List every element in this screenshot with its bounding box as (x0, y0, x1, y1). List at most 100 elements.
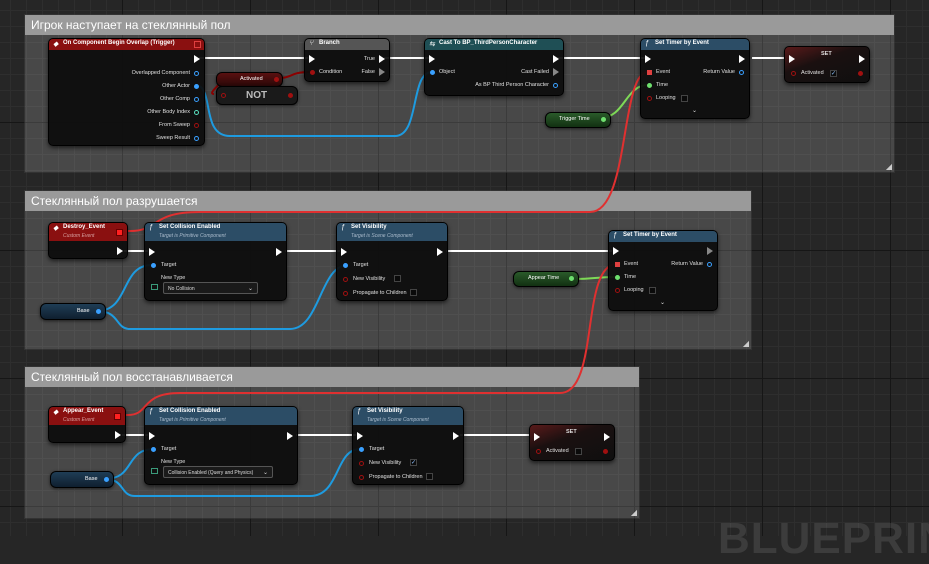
int-pin-icon[interactable] (194, 110, 199, 115)
bool-pin-icon[interactable] (343, 277, 348, 282)
bool-pin-icon[interactable] (274, 77, 279, 82)
exec-out-pin[interactable] (437, 248, 443, 256)
float-pin-icon[interactable] (615, 275, 620, 280)
event-delegate-pin-icon[interactable] (647, 70, 652, 75)
float-pin-icon[interactable] (647, 83, 652, 88)
object-pin-icon[interactable] (151, 447, 156, 452)
appear-event-node[interactable]: ◆ Appear_Event Custom Event (48, 406, 126, 443)
exec-in-pin[interactable] (789, 55, 795, 63)
enum-pin-icon[interactable] (151, 284, 158, 290)
bool-pin-icon[interactable] (858, 71, 863, 76)
struct-pin-icon[interactable] (739, 70, 744, 75)
branch-node[interactable]: ⑂ Branch True Condition False (304, 38, 390, 82)
float-pin-icon[interactable] (569, 276, 574, 281)
exec-out-pin[interactable] (115, 431, 121, 439)
exec-out-pin[interactable] (553, 55, 559, 63)
expand-chevron-icon[interactable]: ⌄ (692, 108, 697, 115)
base-getter-node[interactable]: Base (40, 303, 106, 320)
set-collision-enabled-node[interactable]: ƒ Set Collision Enabled Target is Primit… (144, 222, 287, 301)
exec-out-pin[interactable] (453, 432, 459, 440)
not-node[interactable]: NOT (216, 86, 298, 105)
delegate-pin-icon[interactable] (194, 41, 201, 48)
appear-time-getter-node[interactable]: Appear Time (513, 271, 579, 287)
exec-in-pin[interactable] (149, 248, 155, 256)
bool-pin-icon[interactable] (359, 461, 364, 466)
exec-in-pin[interactable] (645, 55, 651, 63)
base-getter-node[interactable]: Base (50, 471, 114, 488)
new-type-dropdown[interactable]: No Collision ⌄ (163, 282, 258, 294)
exec-in-pin[interactable] (429, 55, 435, 63)
object-pin-icon[interactable] (194, 71, 199, 76)
event-delegate-pin-icon[interactable] (615, 262, 620, 267)
object-pin-icon[interactable] (553, 83, 558, 88)
object-pin-icon[interactable] (104, 477, 109, 482)
bool-pin-icon[interactable] (343, 291, 348, 296)
looping-checkbox[interactable] (649, 287, 656, 294)
object-pin-icon[interactable] (343, 263, 348, 268)
bool-pin-icon[interactable] (791, 71, 796, 76)
exec-out-pin[interactable] (379, 55, 385, 63)
set-visibility-node[interactable]: ƒ Set Visibility Target is Scene Compone… (336, 222, 448, 301)
new-visibility-checkbox[interactable]: ✓ (410, 459, 417, 466)
set-timer-by-event-node[interactable]: ƒ Set Timer by Event Event Return Value … (608, 230, 718, 311)
exec-out-pin[interactable] (707, 247, 713, 255)
object-pin-icon[interactable] (151, 263, 156, 268)
bool-pin-icon[interactable] (310, 70, 315, 75)
delegate-pin-icon[interactable] (114, 413, 121, 420)
set-activated-node[interactable]: SET Activated ✓ (784, 46, 870, 83)
object-pin-icon[interactable] (194, 97, 199, 102)
delegate-pin-icon[interactable] (116, 229, 123, 236)
bool-pin-icon[interactable] (359, 475, 364, 480)
exec-out-pin[interactable] (117, 247, 123, 255)
object-pin-icon[interactable] (194, 84, 199, 89)
object-pin-icon[interactable] (96, 309, 101, 314)
object-pin-icon[interactable] (430, 70, 435, 75)
propagate-checkbox[interactable] (426, 473, 433, 480)
struct-pin-icon[interactable] (194, 136, 199, 141)
exec-out-pin[interactable] (739, 55, 745, 63)
destroy-event-node[interactable]: ◆ Destroy_Event Custom Event (48, 222, 128, 259)
exec-in-pin[interactable] (341, 248, 347, 256)
pin-label: Event (624, 261, 639, 267)
exec-out-pin[interactable] (859, 55, 865, 63)
node-title: Set Timer by Event (623, 232, 677, 238)
exec-out-pin[interactable] (379, 68, 385, 76)
set-timer-by-event-node[interactable]: ƒ Set Timer by Event Event Return Value … (640, 38, 750, 119)
on-component-begin-overlap-node[interactable]: ◆ On Component Begin Overlap (Trigger) O… (48, 38, 205, 146)
set-activated-node[interactable]: SET Activated (529, 424, 615, 461)
new-type-dropdown[interactable]: Collision Enabled (Query and Physics) ⌄ (163, 466, 273, 478)
bool-pin-icon[interactable] (288, 93, 293, 98)
exec-in-pin[interactable] (149, 432, 155, 440)
object-pin-icon[interactable] (359, 447, 364, 452)
struct-pin-icon[interactable] (707, 262, 712, 267)
float-pin-icon[interactable] (601, 117, 606, 122)
exec-in-pin[interactable] (534, 433, 540, 441)
activated-getter-node[interactable]: Activated (216, 72, 283, 87)
new-visibility-checkbox[interactable] (394, 275, 401, 282)
exec-out-pin[interactable] (194, 55, 200, 63)
bool-pin-icon[interactable] (603, 449, 608, 454)
propagate-checkbox[interactable] (410, 289, 417, 296)
activated-checkbox[interactable]: ✓ (830, 70, 837, 77)
bool-pin-icon[interactable] (536, 449, 541, 454)
set-collision-enabled-node[interactable]: ƒ Set Collision Enabled Target is Primit… (144, 406, 298, 485)
set-visibility-node[interactable]: ƒ Set Visibility Target is Scene Compone… (352, 406, 464, 485)
exec-in-pin[interactable] (309, 55, 315, 63)
trigger-time-getter-node[interactable]: Trigger Time (545, 112, 611, 128)
exec-in-pin[interactable] (613, 247, 619, 255)
dropdown-value: No Collision (168, 286, 195, 292)
activated-checkbox[interactable] (575, 448, 582, 455)
exec-out-pin[interactable] (276, 248, 282, 256)
cast-to-character-node[interactable]: ⇆ Cast To BP_ThirdPersonCharacter Object… (424, 38, 564, 96)
exec-out-pin[interactable] (553, 68, 559, 76)
bool-pin-icon[interactable] (194, 123, 199, 128)
exec-out-pin[interactable] (287, 432, 293, 440)
looping-checkbox[interactable] (681, 95, 688, 102)
exec-in-pin[interactable] (357, 432, 363, 440)
enum-pin-icon[interactable] (151, 468, 158, 474)
exec-out-pin[interactable] (604, 433, 610, 441)
bool-pin-icon[interactable] (221, 93, 226, 98)
bool-pin-icon[interactable] (647, 96, 652, 101)
expand-chevron-icon[interactable]: ⌄ (660, 300, 665, 307)
bool-pin-icon[interactable] (615, 288, 620, 293)
